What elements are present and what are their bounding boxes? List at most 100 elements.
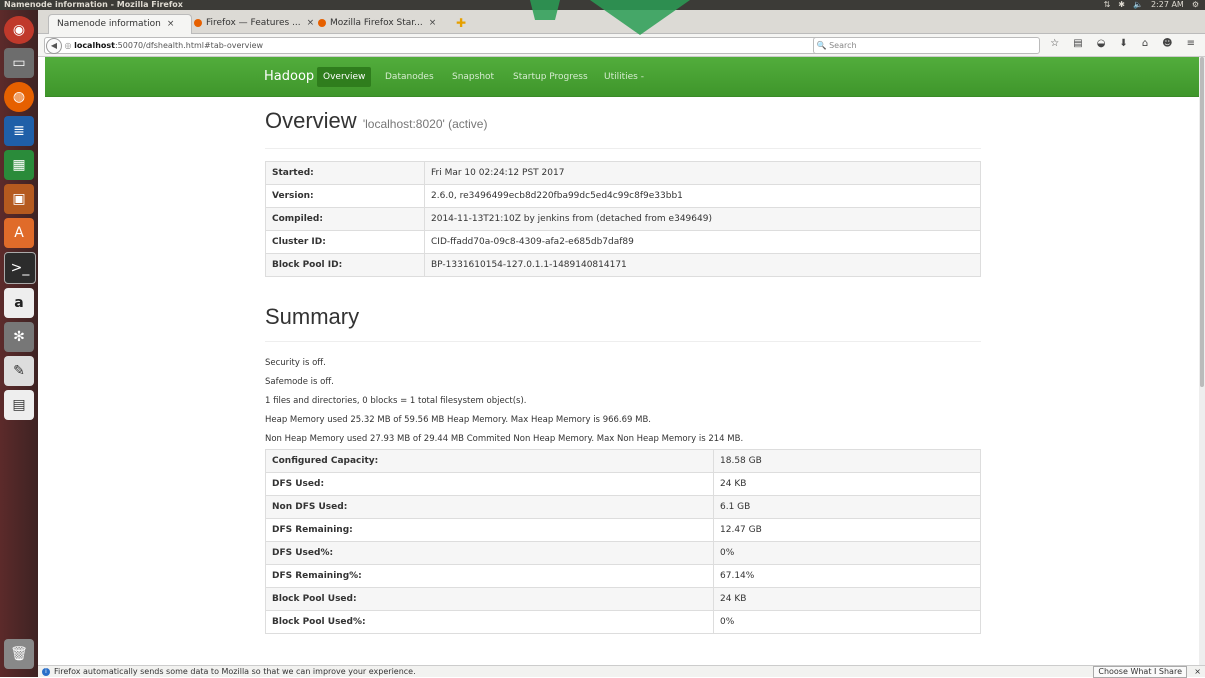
menu-hamburger-icon[interactable]: ≡ [1187, 38, 1195, 49]
ubuntu-home-icon[interactable]: ◉ [4, 16, 34, 44]
table-row: Block Pool Used%: 0% [265, 610, 981, 634]
row-value: 6.1 GB [713, 495, 981, 519]
download-icon[interactable]: ⬇ [1119, 38, 1127, 49]
terminal-icon[interactable]: >_ [4, 252, 36, 284]
row-value: 2.6.0, re3496499ecb8d220fba99dc5ed4c99c8… [424, 184, 981, 208]
files-icon[interactable]: ▭ [4, 48, 34, 78]
trash-icon[interactable]: 🗑 [4, 639, 34, 669]
site-identity-icon[interactable]: ◎ [65, 41, 72, 50]
page-scrollbar[interactable] [1199, 57, 1205, 667]
row-key: DFS Used%: [265, 541, 714, 565]
table-row: DFS Remaining%: 67.14% [265, 564, 981, 588]
hadoop-brand[interactable]: Hadoop [264, 57, 314, 96]
power-gear-icon[interactable]: ⚙ [1192, 0, 1199, 10]
choose-what-i-share-button[interactable]: Choose What I Share [1093, 666, 1187, 678]
clock[interactable]: 2:27 AM [1151, 0, 1184, 10]
tab-namenode-information[interactable]: Namenode information × [48, 14, 192, 34]
search-input[interactable]: 🔍 Search [813, 37, 1040, 54]
web-page: Hadoop Overview Datanodes Snapshot Start… [45, 57, 1200, 667]
save-icon[interactable]: ▤ [4, 390, 34, 420]
firefox-icon [318, 18, 326, 27]
table-row: Version: 2.6.0, re3496499ecb8d220fba99dc5… [265, 184, 981, 208]
row-key: Block Pool Used%: [265, 610, 714, 634]
row-value: 24 KB [713, 587, 981, 611]
table-row: Configured Capacity: 18.58 GB [265, 449, 981, 473]
summary-line: Security is off. [265, 358, 326, 368]
impress-icon[interactable]: ▣ [4, 184, 34, 214]
table-row: Compiled: 2014-11-13T21:10Z by jenkins fr… [265, 207, 981, 231]
row-value: 67.14% [713, 564, 981, 588]
scrollbar-thumb[interactable] [1200, 57, 1204, 387]
tab-label: Mozilla Firefox Star... [330, 18, 423, 28]
text-editor-icon[interactable]: ✎ [4, 356, 34, 386]
close-icon[interactable]: × [167, 19, 175, 29]
nav-overview[interactable]: Overview [317, 67, 372, 87]
row-key: Block Pool Used: [265, 587, 714, 611]
overview-heading: Overview 'localhost:8020' (active) [265, 107, 981, 138]
navigation-bar: ◀ ◎ localhost:50070/dfshealth.html#tab-o… [38, 34, 1205, 57]
row-key: DFS Remaining%: [265, 564, 714, 588]
amazon-icon[interactable]: a [4, 288, 34, 318]
url-path: :50070/dfshealth.html#tab-overview [114, 41, 264, 50]
summary-heading: Summary [265, 304, 360, 329]
summary-text: Security is off. Safemode is off. 1 file… [265, 354, 981, 449]
volume-icon[interactable]: 🔈 [1133, 0, 1143, 10]
nav-snapshot[interactable]: Snapshot [446, 67, 500, 87]
overview-table: Started: Fri Mar 10 02:24:12 PST 2017 Ver… [265, 161, 981, 277]
bookmarks-list-icon[interactable]: ▤ [1073, 38, 1082, 49]
row-key: Non DFS Used: [265, 495, 714, 519]
table-row: DFS Used%: 0% [265, 541, 981, 565]
summary-table: Configured Capacity: 18.58 GB DFS Used: 24… [265, 449, 981, 634]
row-value: 18.58 GB [713, 449, 981, 473]
table-row: DFS Used: 24 KB [265, 472, 981, 496]
summary-line: Non Heap Memory used 27.93 MB of 29.44 M… [265, 434, 744, 444]
row-value: 0% [713, 541, 981, 565]
nav-utilities[interactable]: Utilities - [598, 67, 650, 87]
chat-icon[interactable]: ☻ [1162, 38, 1172, 49]
back-arrow-icon[interactable]: ◀ [46, 38, 62, 54]
overview-title: Overview [265, 108, 357, 133]
writer-icon[interactable]: ≣ [4, 116, 34, 146]
summary-line: Safemode is off. [265, 377, 334, 387]
firefox-icon[interactable]: ◍ [4, 82, 34, 112]
table-row: Started: Fri Mar 10 02:24:12 PST 2017 [265, 161, 981, 185]
row-value: 2014-11-13T21:10Z by jenkins from (detac… [424, 207, 981, 231]
nav-datanodes[interactable]: Datanodes [379, 67, 440, 87]
tab-strip: Namenode information × Firefox — Features… [38, 10, 1205, 34]
close-icon[interactable]: × [1194, 666, 1201, 677]
row-value: Fri Mar 10 02:24:12 PST 2017 [424, 161, 981, 185]
table-row: DFS Remaining: 12.47 GB [265, 518, 981, 542]
bluetooth-icon[interactable]: ✱ [1118, 0, 1125, 10]
tab-mozilla-firefox-start[interactable]: Mozilla Firefox Star... × [310, 14, 444, 33]
divider [265, 341, 981, 342]
tab-firefox-features[interactable]: Firefox — Features ... × [186, 14, 322, 33]
table-row: Non DFS Used: 6.1 GB [265, 495, 981, 519]
software-center-icon[interactable]: A [4, 218, 34, 248]
new-tab-plus-icon[interactable]: ✚ [456, 16, 466, 30]
summary-line: 1 files and directories, 0 blocks = 1 to… [265, 396, 527, 406]
row-value: 24 KB [713, 472, 981, 496]
system-top-bar: Namenode information - Mozilla Firefox ⇅… [0, 0, 1205, 10]
bookmark-star-icon[interactable]: ☆ [1050, 38, 1059, 49]
info-icon: i [42, 667, 50, 676]
home-icon[interactable]: ⌂ [1142, 38, 1148, 49]
row-value: CID-ffadd70a-09c8-4309-afa2-e685db7daf89 [424, 230, 981, 254]
row-value: 0% [713, 610, 981, 634]
settings-icon[interactable]: ✻ [4, 322, 34, 352]
close-icon[interactable]: × [429, 18, 437, 28]
overview-subtitle: 'localhost:8020' (active) [362, 117, 488, 131]
row-key: DFS Used: [265, 472, 714, 496]
unity-launcher: ◉ ▭ ◍ ≣ ▦ ▣ A >_ a ✻ ✎ ▤ 🗑 [0, 10, 38, 677]
search-placeholder: Search [829, 41, 857, 50]
summary-line: Heap Memory used 25.32 MB of 59.56 MB He… [265, 415, 652, 425]
nav-startup-progress[interactable]: Startup Progress [507, 67, 594, 87]
row-key: Block Pool ID: [265, 253, 425, 277]
pocket-icon[interactable]: ◒ [1097, 38, 1106, 49]
network-icon[interactable]: ⇅ [1104, 0, 1111, 10]
row-value: BP-1331610154-127.0.1.1-1489140814171 [424, 253, 981, 277]
url-bar[interactable]: ◀ ◎ localhost:50070/dfshealth.html#tab-o… [44, 37, 850, 54]
calc-icon[interactable]: ▦ [4, 150, 34, 180]
search-icon: 🔍 [816, 41, 827, 50]
table-row: Block Pool Used: 24 KB [265, 587, 981, 611]
row-key: Version: [265, 184, 425, 208]
